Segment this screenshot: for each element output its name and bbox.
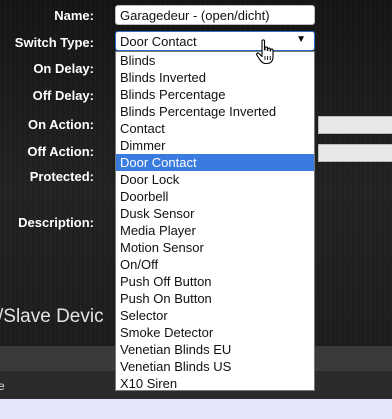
dropdown-option[interactable]: Blinds Percentage	[116, 86, 314, 103]
dropdown-option[interactable]: Smoke Detector	[116, 324, 314, 341]
dropdown-option[interactable]: Blinds Percentage Inverted	[116, 103, 314, 120]
dropdown-option[interactable]: Dusk Sensor	[116, 205, 314, 222]
on-action-label: On Action:	[28, 117, 94, 132]
dropdown-option[interactable]: Doorbell	[116, 188, 314, 205]
protected-label: Protected:	[29, 169, 94, 184]
dropdown-option[interactable]: Media Player	[116, 222, 314, 239]
hand-pointer-cursor-icon	[256, 39, 274, 65]
table-header-fragment: e	[0, 379, 5, 393]
switch-type-dropdown-list: Blinds Blinds Inverted Blinds Percentage Bl…	[115, 51, 315, 391]
dropdown-option[interactable]: X10 Siren	[116, 375, 314, 392]
dropdown-option[interactable]: Motion Sensor	[116, 239, 314, 256]
dropdown-option[interactable]: Blinds Inverted	[116, 69, 314, 86]
dropdown-option[interactable]: Venetian Blinds US	[116, 358, 314, 375]
switch-type-select[interactable]: Door Contact ▼	[115, 31, 315, 51]
switch-type-label: Switch Type:	[14, 35, 94, 50]
dropdown-option[interactable]: Dimmer	[116, 137, 314, 154]
on-action-input[interactable]	[318, 116, 392, 134]
off-action-input[interactable]	[318, 144, 392, 162]
table-row	[0, 399, 392, 419]
off-delay-label: Off Delay:	[32, 88, 94, 103]
dropdown-option[interactable]: Door Contact	[116, 154, 314, 171]
dropdown-option[interactable]: Push Off Button	[116, 273, 314, 290]
dropdown-option[interactable]: On/Off	[116, 256, 314, 273]
on-delay-label: On Delay:	[33, 61, 94, 76]
name-label: Name:	[54, 8, 94, 23]
off-action-label: Off Action:	[27, 144, 94, 159]
dropdown-option[interactable]: Selector	[116, 307, 314, 324]
description-label: Description:	[18, 215, 94, 230]
switch-type-value: Door Contact	[120, 34, 197, 49]
dropdown-option[interactable]: Push On Button	[116, 290, 314, 307]
name-input[interactable]: Garagedeur - (open/dicht)	[115, 5, 315, 25]
dropdown-option[interactable]: Venetian Blinds EU	[116, 341, 314, 358]
dropdown-arrow-icon: ▼	[296, 34, 306, 45]
dropdown-option[interactable]: Blinds	[116, 52, 314, 69]
dropdown-option[interactable]: Door Lock	[116, 171, 314, 188]
dropdown-option[interactable]: Contact	[116, 120, 314, 137]
section-title: /Slave Devic	[0, 306, 104, 327]
